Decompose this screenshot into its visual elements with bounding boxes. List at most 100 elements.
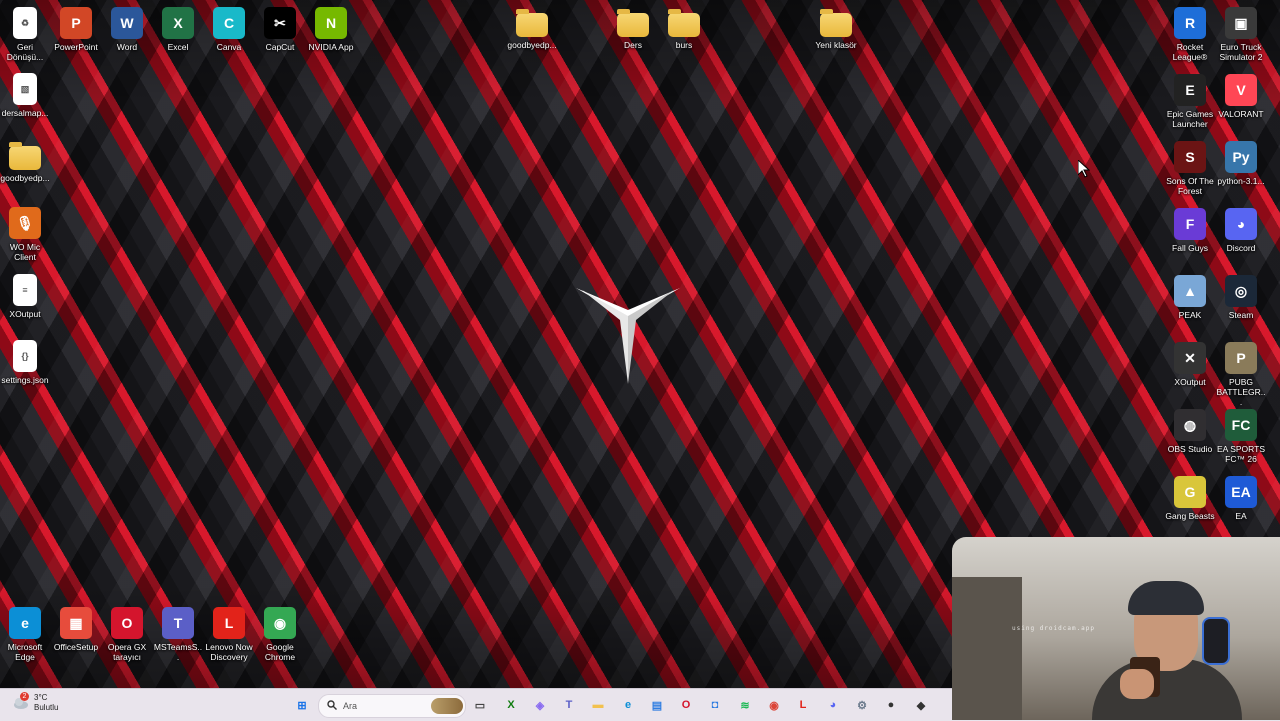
- desktop-icon-canva[interactable]: C Canva: [204, 5, 254, 52]
- copilot-icon: ◈: [535, 699, 545, 712]
- desktop-icon-label: Rocket League®: [1172, 42, 1208, 62]
- media-app[interactable]: ●: [881, 695, 901, 715]
- desktop-icon-rocket-league[interactable]: R Rocket League®: [1165, 5, 1215, 62]
- chrome-icon: ◉: [264, 607, 296, 639]
- xoutput-icon: ✕: [1174, 342, 1206, 374]
- folder-icon: [668, 9, 700, 37]
- desktop-icon-euro-truck-simulator-2[interactable]: ▣ Euro Truck Simulator 2: [1216, 5, 1266, 62]
- desktop-icon-fall-guys[interactable]: F Fall Guys: [1165, 206, 1215, 253]
- desktop-icon-peak[interactable]: ▲ PEAK: [1165, 273, 1215, 320]
- desktop-icon-label: Steam: [1228, 310, 1254, 320]
- pubg-icon: P: [1225, 342, 1257, 374]
- desktop-icon-burs[interactable]: burs: [659, 5, 709, 50]
- image-file-icon: ▧: [13, 73, 37, 105]
- desktop-icon-settings-json[interactable]: {} settings.json: [0, 338, 50, 385]
- desktop-icon-msteamss[interactable]: T MSTeamsS...: [153, 605, 203, 662]
- chrome-app[interactable]: ◉: [764, 695, 784, 715]
- teams-icon: T: [565, 699, 573, 711]
- document-icon: ≡: [13, 274, 37, 306]
- desktop-icon-goodbyedp[interactable]: goodbyedp...: [507, 5, 557, 50]
- desktop-icon-label: Word: [116, 42, 138, 52]
- desktop-icon-lenovo-now-discovery[interactable]: L Lenovo Now Discovery: [204, 605, 254, 662]
- desktop-icon-epic-games-launcher[interactable]: E Epic Games Launcher: [1165, 72, 1215, 129]
- desktop-icon-geri-d-n[interactable]: ♻ Geri Dönüşü...: [0, 5, 50, 62]
- nvidia-icon: N: [315, 7, 347, 39]
- folder-icon: [820, 9, 852, 37]
- desktop-icon-label: XOutput: [9, 309, 41, 319]
- desktop-icon-python-3-1[interactable]: Py python-3.1...: [1216, 139, 1266, 186]
- lenovo-app[interactable]: L: [793, 695, 813, 715]
- desktop-icon-label: PUBG BATTLEGR...: [1216, 377, 1266, 407]
- fall-guys-icon: F: [1174, 208, 1206, 240]
- desktop-icon-label: Canva: [216, 42, 242, 52]
- desktop-icon-label: NVIDIA App: [308, 42, 354, 52]
- desktop-icon-label: Discord: [1226, 243, 1256, 253]
- store-app[interactable]: ▤: [647, 695, 667, 715]
- desktop-icon-label: Geri Dönüşü...: [6, 42, 44, 62]
- desktop-icon-opera-gx-taray-c[interactable]: O Opera GX tarayıcı: [102, 605, 152, 662]
- desktop-icon-nvidia-app[interactable]: N NVIDIA App: [306, 5, 356, 52]
- xbox-app[interactable]: X: [501, 695, 521, 715]
- ea-icon: EA: [1225, 476, 1257, 508]
- camera-icon: ◘: [711, 699, 719, 711]
- chrome-icon: ◉: [769, 699, 779, 712]
- desktop-icon-steam[interactable]: ◎ Steam: [1216, 273, 1266, 320]
- desktop-icon-microsoft-edge[interactable]: e Microsoft Edge: [0, 605, 50, 662]
- desktop-icon-label: goodbyedp...: [0, 173, 50, 183]
- webcam-overlay: using droidcam.app: [952, 537, 1280, 720]
- desktop-icon-label: Ders: [624, 40, 642, 50]
- desktop-icon-goodbyedp[interactable]: goodbyedp...: [0, 138, 50, 183]
- edge-app[interactable]: e: [618, 695, 638, 715]
- webcam-watermark: using droidcam.app: [1012, 625, 1096, 632]
- capture-app[interactable]: ◘: [705, 695, 725, 715]
- folder-icon: ▬: [592, 699, 604, 711]
- maps-app[interactable]: ◆: [911, 695, 931, 715]
- desktop-icon-label: Google Chrome: [264, 642, 296, 662]
- desktop-icon-label: EA SPORTS FC™ 26: [1216, 444, 1266, 464]
- desktop-icon-label: MSTeamsS...: [153, 642, 203, 662]
- opera-app[interactable]: O: [676, 695, 696, 715]
- desktop-icon-ders[interactable]: Ders: [608, 5, 658, 50]
- settings-app[interactable]: ⚙: [852, 695, 872, 715]
- desktop-icon-pubg-battlegr[interactable]: P PUBG BATTLEGR...: [1216, 340, 1266, 407]
- desktop-icon-xoutput[interactable]: ✕ XOutput: [1165, 340, 1215, 387]
- weather-temp: 3°C: [34, 693, 48, 702]
- teams-app[interactable]: T: [559, 695, 579, 715]
- copilot-app[interactable]: ◈: [530, 695, 550, 715]
- peak-icon: ▲: [1174, 275, 1206, 307]
- desktop-icon-xoutput[interactable]: ≡ XOutput: [0, 272, 50, 319]
- search-box[interactable]: Ara: [318, 694, 466, 718]
- desktop-icon-label: Yeni klasör: [815, 40, 857, 50]
- task-view-button[interactable]: ▭: [470, 695, 490, 715]
- desktop-icon-yeni-klas-r[interactable]: Yeni klasör: [811, 5, 861, 50]
- desktop-icon-wo-mic-client[interactable]: 🎙 WO Mic Client: [0, 205, 50, 262]
- desktop-icon-ea-sports-fc-26[interactable]: FC EA SPORTS FC™ 26: [1216, 407, 1266, 464]
- desktop-icon-word[interactable]: W Word: [102, 5, 152, 52]
- desktop-icon-excel[interactable]: X Excel: [153, 5, 203, 52]
- start-button[interactable]: ⊞: [292, 695, 312, 715]
- desktop-icon-ea[interactable]: EA EA: [1216, 474, 1266, 521]
- weather-widget[interactable]: 2 3°C Bulutlu: [12, 692, 59, 713]
- desktop-icon-powerpoint[interactable]: P PowerPoint: [51, 5, 101, 52]
- desktop-icon-valorant[interactable]: V VALORANT: [1216, 72, 1266, 119]
- desktop-icon-dersalmap[interactable]: ▧ dersalmap...: [0, 71, 50, 118]
- notification-badge: 2: [20, 692, 29, 701]
- desktop-icon-officesetup[interactable]: ▦ OfficeSetup: [51, 605, 101, 652]
- desktop-icon-gang-beasts[interactable]: G Gang Beasts: [1165, 474, 1215, 521]
- search-highlight-image: [431, 698, 463, 714]
- gear-icon: ⚙: [857, 699, 867, 712]
- desktop-icon-discord[interactable]: ◕ Discord: [1216, 206, 1266, 253]
- desktop-icon-label: dersalmap...: [1, 108, 49, 118]
- desktop-icon-obs-studio[interactable]: ◍ OBS Studio: [1165, 407, 1215, 454]
- weather-condition: Bulutlu: [34, 703, 59, 712]
- desktop-icon-label: PowerPoint: [54, 42, 98, 52]
- desktop-icon-label: Gang Beasts: [1165, 511, 1215, 521]
- desktop-icon-sons-of-the-forest[interactable]: S Sons Of The Forest: [1165, 139, 1215, 196]
- discord-app[interactable]: ◕: [823, 695, 843, 715]
- spotify-app[interactable]: ≋: [735, 695, 755, 715]
- sons-forest-icon: S: [1174, 141, 1206, 173]
- desktop-icon-capcut[interactable]: ✂ CapCut: [255, 5, 305, 52]
- desktop-icon-google-chrome[interactable]: ◉ Google Chrome: [255, 605, 305, 662]
- desktop-icon-label: Lenovo Now Discovery: [205, 642, 253, 662]
- file-explorer-app[interactable]: ▬: [588, 695, 608, 715]
